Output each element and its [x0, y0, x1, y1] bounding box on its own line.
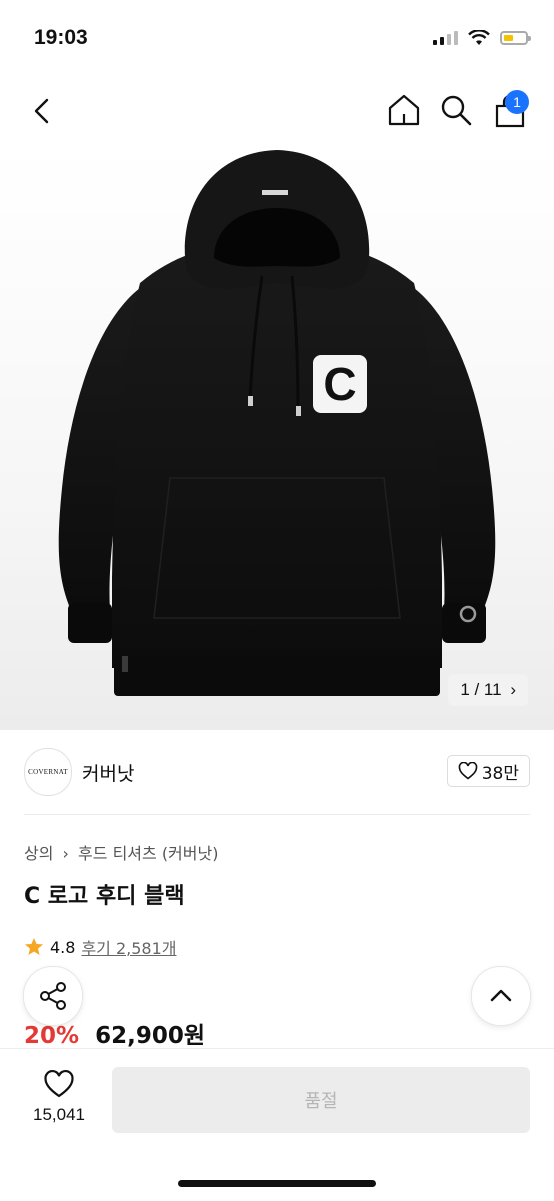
brand-like-count: 38만 [481, 763, 519, 784]
chevron-up-icon [490, 989, 512, 1002]
review-count-link[interactable]: 후기 2,581개 [81, 935, 176, 959]
status-icons [433, 30, 531, 46]
chevron-right-icon: › [510, 680, 516, 699]
share-button[interactable] [23, 966, 83, 1026]
share-icon [40, 982, 66, 1010]
wifi-icon [468, 30, 490, 45]
sold-out-label: 품절 [304, 1091, 338, 1112]
heart-icon [458, 762, 478, 780]
home-indicator [178, 1180, 376, 1187]
cart-badge: 1 [505, 90, 529, 114]
brand-logo-text: COVERNAT [28, 768, 68, 776]
product-image-gallery[interactable]: C 1 / 11 › [0, 148, 554, 730]
product-title: C 로고 후디 블랙 [24, 884, 185, 909]
image-counter[interactable]: 1 / 11 › [448, 674, 528, 706]
rating-value: 4.8 [50, 937, 76, 957]
sold-out-button[interactable]: 품절 [112, 1067, 530, 1133]
wishlist-button[interactable]: 15,041 [22, 1069, 96, 1125]
chest-logo-letter: C [323, 358, 357, 410]
home-icon[interactable] [386, 92, 422, 128]
brand-name[interactable]: 커버낫 [82, 759, 134, 786]
brand-row: COVERNAT 커버낫 38만 [24, 746, 530, 800]
wishlist-count: 15,041 [33, 1105, 85, 1124]
heart-icon [44, 1069, 74, 1098]
search-icon[interactable] [438, 92, 474, 128]
image-counter-text: 1 / 11 [460, 680, 502, 699]
star-icon [25, 938, 43, 955]
top-nav: 1 [0, 80, 554, 148]
breadcrumb-category[interactable]: 상의 [24, 844, 53, 863]
brand-like-button[interactable]: 38만 [446, 755, 530, 787]
brand-logo[interactable]: COVERNAT [24, 748, 72, 796]
breadcrumb-subcategory[interactable]: 후드 티셔츠 (커버낫) [78, 844, 218, 863]
breadcrumb: 상의 › 후드 티셔츠 (커버낫) [24, 840, 218, 864]
hoodie-image [58, 150, 496, 696]
back-icon[interactable] [26, 94, 60, 128]
sale-price: 62,900원 [95, 1023, 205, 1049]
rating-row: 4.8 후기 2,581개 [24, 935, 177, 959]
breadcrumb-separator-icon: › [62, 844, 69, 863]
divider [24, 814, 530, 815]
bottom-action-bar: 15,041 품절 [0, 1048, 554, 1201]
status-time: 19:03 [34, 26, 88, 49]
scroll-to-top-button[interactable] [471, 966, 531, 1026]
status-bar: 19:03 [0, 0, 554, 80]
battery-icon [500, 31, 531, 45]
cellular-signal-icon [433, 31, 458, 45]
